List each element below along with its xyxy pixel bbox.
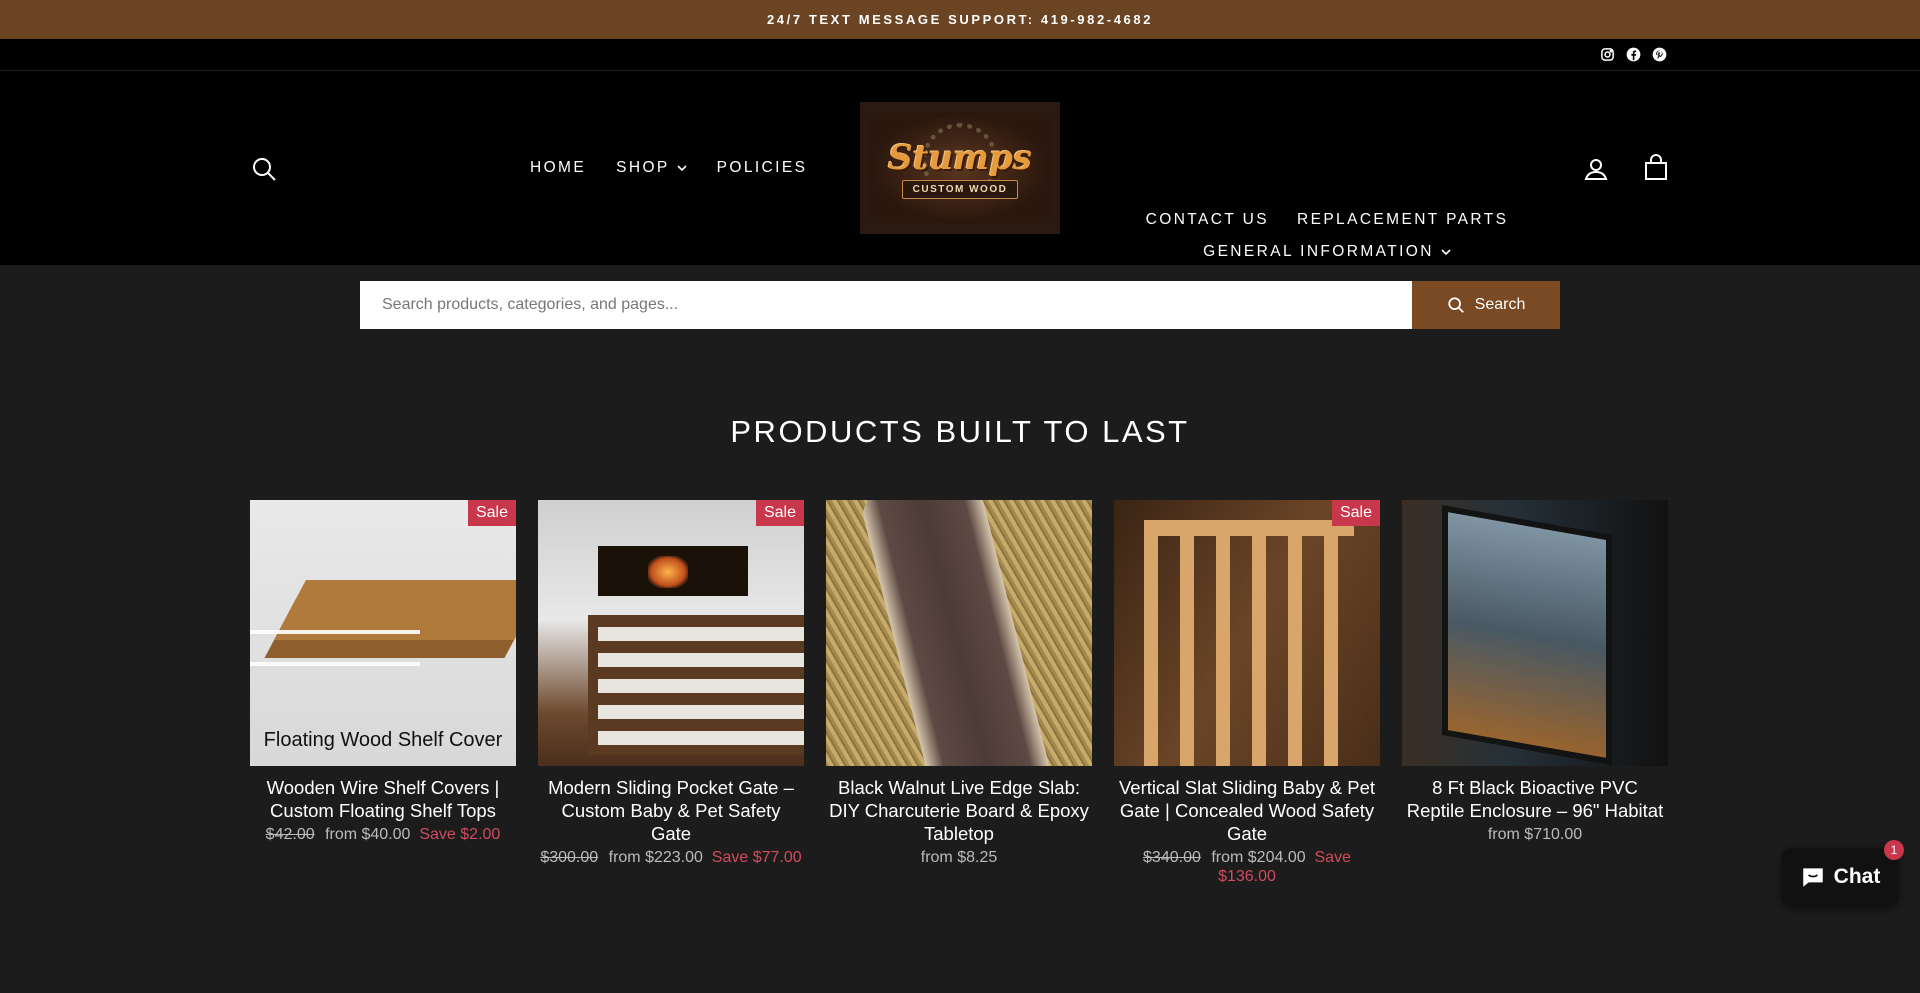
product-card[interactable]: Sale Modern Sliding Pocket Gate – Custom… <box>538 500 804 886</box>
product-image[interactable]: Sale <box>538 500 804 766</box>
product-search-input[interactable] <box>360 281 1412 329</box>
save-label: Save <box>711 849 749 866</box>
save-amount: $2.00 <box>460 826 501 843</box>
section-title: PRODUCTS BUILT TO LAST <box>730 414 1190 449</box>
sale-price: from $223.00 <box>608 849 703 866</box>
announcement-bar: 24/7 TEXT MESSAGE SUPPORT: 419-982-4682 <box>0 0 1920 39</box>
product-image[interactable] <box>826 500 1092 766</box>
logo-art: Stumps CUSTOM WOOD <box>870 113 1050 223</box>
product-title[interactable]: Vertical Slat Sliding Baby & Pet Gate | … <box>1114 776 1380 845</box>
logo-subtitle: CUSTOM WOOD <box>901 179 1019 199</box>
product-grid: Floating Wood Shelf Cover Sale Wooden Wi… <box>250 500 1668 886</box>
wire-rack-graphic <box>250 630 420 666</box>
fire-graphic <box>648 556 688 588</box>
nav-policies[interactable]: POLICIES <box>717 159 808 177</box>
product-title[interactable]: Black Walnut Live Edge Slab: DIY Charcut… <box>826 776 1092 845</box>
product-card[interactable]: 8 Ft Black Bioactive PVC Reptile Enclosu… <box>1402 500 1668 886</box>
product-card[interactable]: Black Walnut Live Edge Slab: DIY Charcut… <box>826 500 1092 886</box>
cart-icon[interactable] <box>1642 154 1670 182</box>
product-price: from $8.25 <box>826 848 1092 867</box>
chat-label: Chat <box>1833 865 1881 888</box>
save-label: Save <box>419 826 456 843</box>
product-title[interactable]: Modern Sliding Pocket Gate – Custom Baby… <box>538 776 804 845</box>
product-image[interactable] <box>1402 500 1668 766</box>
sale-badge: Sale <box>1331 500 1380 526</box>
product-image[interactable]: Sale <box>1114 500 1380 766</box>
nav-home[interactable]: HOME <box>530 159 586 177</box>
product-title[interactable]: 8 Ft Black Bioactive PVC Reptile Enclosu… <box>1402 776 1668 822</box>
nav-replacement-label: REPLACEMENT PARTS <box>1296 211 1509 228</box>
account-icon[interactable] <box>1582 155 1610 183</box>
enclosure-graphic <box>1442 505 1612 765</box>
save-label: Save <box>1314 849 1351 866</box>
product-price: $42.00 from $40.00 Save $2.00 <box>250 825 516 844</box>
image-caption: Floating Wood Shelf Cover <box>263 729 503 751</box>
sale-price: from $204.00 <box>1211 849 1306 866</box>
save-amount: $77.00 <box>752 849 802 866</box>
search-icon <box>1447 297 1464 313</box>
nav-contact-label: CONTACT US <box>1145 211 1269 228</box>
announcement-text: 24/7 TEXT MESSAGE SUPPORT: 419-982-4682 <box>766 12 1154 27</box>
chevron-down-icon <box>677 165 687 172</box>
product-search-bar: Search <box>360 281 1560 329</box>
slat-gate-graphic <box>1144 520 1354 766</box>
social-toolbar <box>0 39 1920 71</box>
product-image[interactable]: Floating Wood Shelf Cover Sale <box>250 500 516 766</box>
product-price: $340.00 from $204.00 Save $136.00 <box>1114 848 1380 886</box>
nav-policies-label: POLICIES <box>716 159 808 176</box>
header-search-icon[interactable] <box>250 155 278 183</box>
product-price: $300.00 from $223.00 Save $77.00 <box>538 848 804 867</box>
nav-replacement-parts[interactable]: REPLACEMENT PARTS <box>1297 211 1508 229</box>
product-price: from $710.00 <box>1402 825 1668 844</box>
instagram-icon[interactable] <box>1598 45 1616 63</box>
sale-price: from $710.00 <box>1487 826 1583 843</box>
primary-nav-left: HOME SHOP POLICIES <box>530 159 807 177</box>
gate-graphic <box>588 615 804 755</box>
primary-nav-right: CONTACT US REPLACEMENT PARTS GENERAL INF… <box>1142 211 1512 261</box>
product-card[interactable]: Sale Vertical Slat Sliding Baby & Pet Ga… <box>1114 500 1380 886</box>
nav-general-label: GENERAL INFORMATION <box>1203 243 1434 260</box>
product-title[interactable]: Wooden Wire Shelf Covers | Custom Floati… <box>250 776 516 822</box>
search-button-label: Search <box>1474 296 1526 313</box>
site-header: HOME SHOP POLICIES Stumps CUSTOM WOOD CO… <box>0 71 1920 265</box>
sale-badge: Sale <box>755 500 804 526</box>
pinterest-icon[interactable] <box>1650 45 1668 63</box>
sale-price: from $8.25 <box>920 849 998 866</box>
original-price: $340.00 <box>1143 849 1201 866</box>
product-card[interactable]: Floating Wood Shelf Cover Sale Wooden Wi… <box>250 500 516 886</box>
social-links <box>1598 45 1668 63</box>
facebook-icon[interactable] <box>1624 45 1642 63</box>
nav-contact-us[interactable]: CONTACT US <box>1146 211 1269 229</box>
original-price: $42.00 <box>265 826 315 843</box>
sale-badge: Sale <box>467 500 516 526</box>
chevron-down-icon <box>1441 249 1451 256</box>
nav-home-label: HOME <box>530 159 587 176</box>
chat-bubble-icon <box>1802 868 1823 887</box>
sale-price: from $40.00 <box>325 826 411 843</box>
chat-notification-badge: 1 <box>1884 840 1904 860</box>
original-price: $300.00 <box>540 849 599 866</box>
search-button[interactable]: Search <box>1412 281 1560 329</box>
logo-wordmark: Stumps <box>888 137 1032 178</box>
nav-general-information[interactable]: GENERAL INFORMATION <box>1203 243 1451 261</box>
nav-shop[interactable]: SHOP <box>616 159 687 177</box>
save-amount: $136.00 <box>1218 868 1276 885</box>
nav-shop-label: SHOP <box>616 159 670 176</box>
walnut-slab-graphic <box>859 500 1053 766</box>
site-logo[interactable]: Stumps CUSTOM WOOD <box>860 102 1060 234</box>
chat-button[interactable]: Chat 1 <box>1782 840 1904 906</box>
